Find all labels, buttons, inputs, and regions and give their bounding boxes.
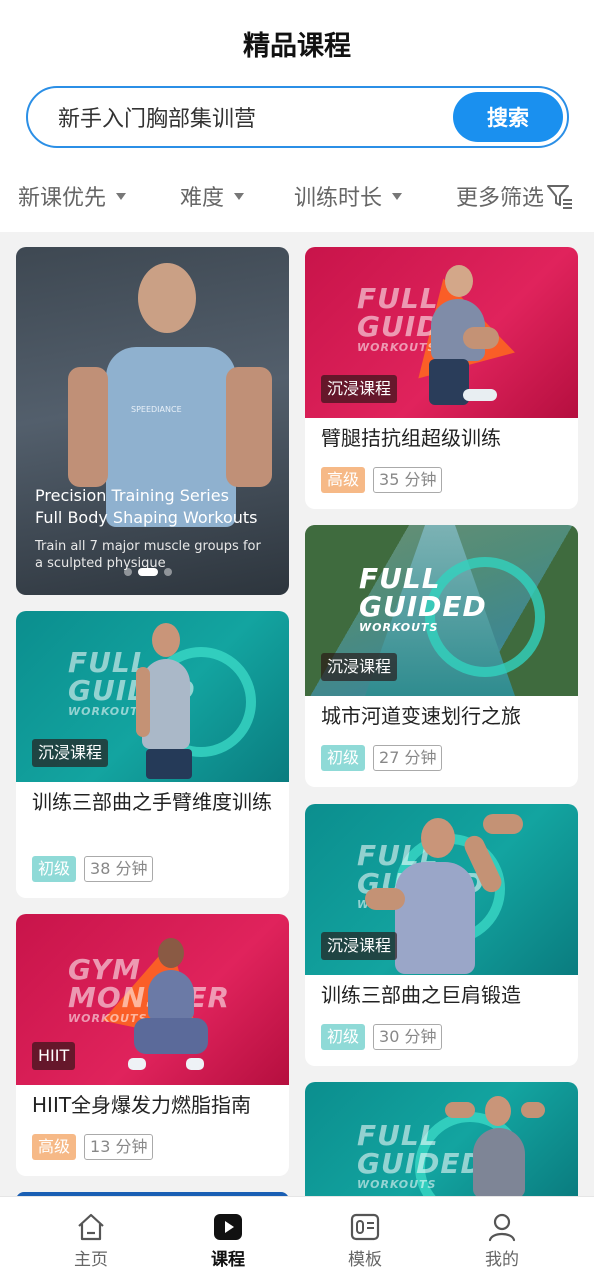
- course-type-badge: 沉浸课程: [321, 932, 398, 960]
- header: 精品课程 搜索 新课优先 难度 训练时长 更多筛选: [0, 0, 594, 232]
- trainer-image: [423, 261, 523, 411]
- caret-down-icon: [392, 192, 403, 200]
- caret-down-icon: [116, 192, 127, 200]
- course-card[interactable]: GYM MONSTER WORKOUTS HIIT HIIT全身爆发力燃脂指南 …: [16, 914, 289, 1176]
- duration-tag: 30 分钟: [373, 1024, 443, 1050]
- filter-newest[interactable]: 新课优先: [18, 178, 127, 214]
- hero-title-line1: Precision Training Series: [35, 486, 229, 505]
- filter-duration[interactable]: 训练时长: [294, 178, 403, 214]
- filter-label: 训练时长: [294, 186, 383, 211]
- page-title: 精品课程: [243, 31, 351, 62]
- filter-label: 新课优先: [18, 186, 107, 211]
- tab-label: 模板: [348, 1250, 382, 1270]
- caret-down-icon: [234, 192, 245, 200]
- trainer-image: [126, 934, 216, 1084]
- hero-title-line2: Full Body Shaping Workouts: [35, 508, 258, 527]
- tab-label: 我的: [485, 1250, 519, 1270]
- course-card[interactable]: FULL GUIDED WORKOUTS 沉浸课程 城市河道变速划行之旅 初级 …: [305, 525, 578, 787]
- hero-description: Train all 7 major muscle groups for a sc…: [35, 538, 285, 572]
- course-type-badge: 沉浸课程: [321, 653, 398, 681]
- duration-tag: 35 分钟: [373, 467, 443, 493]
- home-icon: [78, 1213, 104, 1241]
- tab-home[interactable]: 主页: [51, 1211, 131, 1270]
- search-input[interactable]: [58, 100, 438, 134]
- course-title: 训练三部曲之手臂维度训练: [32, 790, 272, 814]
- course-tags: 高级 35 分钟: [321, 467, 443, 493]
- filter-difficulty[interactable]: 难度: [180, 178, 245, 214]
- course-thumbnail: FULL GUIDED WORKOUTS: [305, 1082, 578, 1196]
- tab-profile[interactable]: 我的: [462, 1211, 542, 1270]
- tab-label: 主页: [74, 1250, 108, 1270]
- course-card[interactable]: FULL GUIDED WORKOUTS 沉浸课程 臂腿拮抗组超级训练 高级 3…: [305, 247, 578, 509]
- hero-trainer-image: SPEEDIANCE: [68, 257, 289, 527]
- filter-bar: 新课优先 难度 训练时长 更多筛选: [0, 178, 594, 214]
- course-title: 臂腿拮抗组超级训练: [321, 426, 501, 450]
- carousel-dot-active: [138, 568, 158, 576]
- difficulty-tag: 初级: [321, 745, 366, 771]
- hero-title: Precision Training Series Full Body Shap…: [35, 485, 285, 529]
- course-card[interactable]: FULL GUIDED WORKOUTS: [305, 1082, 578, 1196]
- course-title: 训练三部曲之巨肩锻造: [321, 983, 521, 1007]
- course-type-badge: 沉浸课程: [32, 739, 109, 767]
- filter-funnel-icon: [547, 185, 573, 209]
- hero-description-line1: Train all 7 major muscle groups for: [35, 539, 261, 554]
- tab-label: 课程: [211, 1250, 245, 1270]
- trainer-image: [445, 1092, 545, 1196]
- course-brand-text: FULL GUIDED WORKOUTS: [359, 562, 487, 635]
- filter-label: 更多筛选: [456, 186, 545, 211]
- filter-more[interactable]: 更多筛选: [456, 178, 574, 214]
- difficulty-tag: 初级: [321, 1024, 366, 1050]
- search-button[interactable]: 搜索: [453, 92, 563, 142]
- carousel-indicator: [124, 568, 172, 576]
- tab-templates[interactable]: 模板: [325, 1211, 405, 1270]
- course-card[interactable]: FULL GUIDED WORKOUTS 沉浸课程 训练三部曲之巨肩锻造 初级 …: [305, 804, 578, 1066]
- course-type-badge: 沉浸课程: [321, 375, 398, 403]
- course-tags: 初级 38 分钟: [32, 856, 154, 882]
- template-icon: [350, 1213, 380, 1241]
- tab-courses[interactable]: 课程: [188, 1211, 268, 1270]
- search-bar: 搜索: [26, 86, 569, 148]
- carousel-dot: [164, 568, 172, 576]
- hero-banner[interactable]: SPEEDIANCE Precision Training Series Ful…: [16, 247, 289, 595]
- shirt-logo-text: SPEEDIANCE: [131, 405, 182, 414]
- difficulty-tag: 初级: [32, 856, 77, 882]
- bottom-tab-bar: 主页 课程 模板 我的: [0, 1196, 594, 1280]
- duration-tag: 27 分钟: [373, 745, 443, 771]
- duration-tag: 13 分钟: [84, 1134, 154, 1160]
- duration-tag: 38 分钟: [84, 856, 154, 882]
- play-icon: [214, 1214, 242, 1240]
- course-tags: 初级 30 分钟: [321, 1024, 443, 1050]
- course-title: 城市河道变速划行之旅: [321, 704, 521, 728]
- course-type-badge: HIIT: [32, 1042, 76, 1070]
- difficulty-tag: 高级: [32, 1134, 77, 1160]
- profile-icon: [488, 1213, 516, 1242]
- course-title: HIIT全身爆发力燃脂指南: [32, 1093, 252, 1117]
- carousel-dot: [124, 568, 132, 576]
- course-tags: 高级 13 分钟: [32, 1134, 154, 1160]
- trainer-image: [136, 619, 206, 782]
- difficulty-tag: 高级: [321, 467, 366, 493]
- course-tags: 初级 27 分钟: [321, 745, 443, 771]
- filter-label: 难度: [180, 186, 225, 211]
- course-card[interactable]: FULL GUIDED WORKOUTS 沉浸课程 训练三部曲之手臂维度训练 初…: [16, 611, 289, 898]
